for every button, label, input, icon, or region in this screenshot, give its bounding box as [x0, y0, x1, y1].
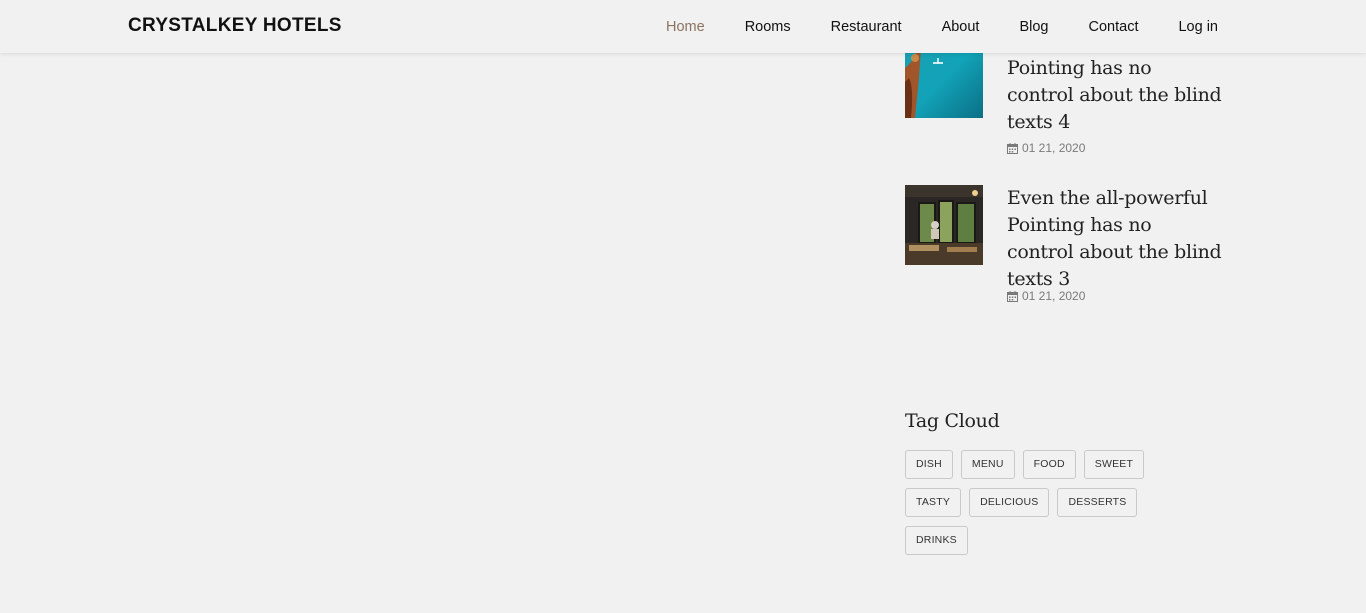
calendar-icon	[1007, 142, 1018, 154]
nav-rooms[interactable]: Rooms	[745, 19, 791, 35]
main-nav: Home Rooms Restaurant About Blog Contact…	[626, 0, 1218, 53]
tag-food[interactable]: food	[1022, 450, 1076, 479]
tag-cloud-title: Tag Cloud	[905, 410, 1000, 432]
tag-drinks[interactable]: drinks	[905, 526, 968, 555]
nav-home[interactable]: Home	[666, 19, 705, 35]
restaurant-interior-image	[905, 185, 983, 265]
post-date: 01 21, 2020	[1007, 289, 1085, 303]
nav-login[interactable]: Log in	[1178, 19, 1218, 35]
tag-tasty[interactable]: tasty	[905, 488, 962, 517]
post-date: 01 21, 2020	[1007, 141, 1085, 155]
post-date-text: 01 21, 2020	[1022, 289, 1086, 303]
tag-menu[interactable]: menu	[960, 450, 1015, 479]
tag-delicious[interactable]: delicious	[969, 488, 1050, 517]
post-thumbnail-restaurant[interactable]	[905, 185, 983, 265]
site-header: CRYSTALKEY HOTELS Home Rooms Restaurant …	[0, 0, 1366, 53]
nav-restaurant[interactable]: Restaurant	[831, 19, 902, 35]
tag-dish[interactable]: dish	[905, 450, 953, 479]
page: Even the all-powerful Pointing has no co…	[0, 0, 1366, 613]
tag-list: dish menu food sweet tasty delicious des…	[905, 450, 1145, 555]
tag-desserts[interactable]: desserts	[1057, 488, 1138, 517]
post-title[interactable]: Even the all-powerful Pointing has no co…	[1007, 185, 1222, 293]
calendar-icon	[1007, 290, 1018, 302]
tag-sweet[interactable]: sweet	[1083, 450, 1145, 479]
post-date-text: 01 21, 2020	[1022, 141, 1086, 155]
nav-contact[interactable]: Contact	[1089, 19, 1139, 35]
tag-cloud: Tag Cloud dish menu food sweet tasty del…	[905, 410, 1145, 555]
nav-blog[interactable]: Blog	[1019, 19, 1048, 35]
nav-about[interactable]: About	[942, 19, 980, 35]
brand-logo[interactable]: CRYSTALKEY HOTELS	[128, 15, 342, 37]
